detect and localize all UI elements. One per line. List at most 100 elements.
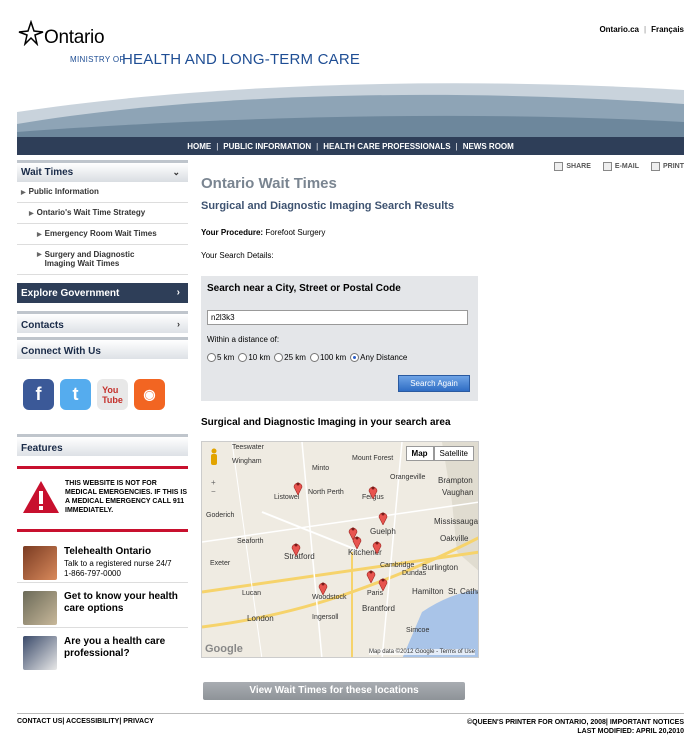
email-link[interactable]: E-MAIL <box>602 162 639 171</box>
contact-us-link[interactable]: CONTACT US <box>17 718 62 725</box>
privacy-link[interactable]: PRIVACY <box>123 718 154 725</box>
ministry-of-label: MINISTRY OF <box>70 55 125 64</box>
search-box: Search near a City, Street or Postal Cod… <box>201 276 478 401</box>
view-wait-times-button[interactable]: View Wait Times for these locations <box>203 682 465 700</box>
features-label: Features <box>21 443 63 454</box>
twitter-icon[interactable]: t <box>60 379 91 410</box>
radio-button[interactable] <box>350 353 360 362</box>
rss-icon[interactable]: ◉ <box>134 379 165 410</box>
radio-any-distance[interactable]: Any Distance <box>350 353 407 362</box>
map-city: Ingersoll <box>312 614 339 621</box>
map-city: Oakville <box>440 534 469 543</box>
map-city: Brampton <box>438 476 473 485</box>
print-label: PRINT <box>663 163 684 170</box>
share-link[interactable]: SHARE <box>554 162 591 171</box>
sidebar-item-emergency-room[interactable]: ▶ Emergency Room Wait Times <box>17 224 188 245</box>
email-label: E-MAIL <box>614 163 639 170</box>
map-city: Simcoe <box>406 627 430 634</box>
map-title: Surgical and Diagnostic Imaging in your … <box>201 417 451 428</box>
radio-10km[interactable]: 10 km <box>238 353 270 362</box>
feature-telehealth[interactable]: Telehealth Ontario Talk to a registered … <box>17 538 188 583</box>
map-marker-icon[interactable] <box>372 538 382 554</box>
search-again-button[interactable]: Search Again <box>398 375 470 392</box>
map-roads <box>202 442 478 657</box>
francais-link[interactable]: Français <box>651 25 684 34</box>
map-marker-icon[interactable] <box>368 483 378 499</box>
trillium-logo-icon <box>18 20 44 46</box>
warning-icon <box>23 481 59 513</box>
radio-5km[interactable]: 5 km <box>207 353 234 362</box>
map-city: Dundas <box>402 570 427 577</box>
map-marker-icon[interactable] <box>378 509 388 525</box>
map-marker-icon[interactable] <box>366 567 376 583</box>
radio-label: 10 km <box>248 353 271 362</box>
sidebar-wait-times-label: Wait Times <box>21 167 74 178</box>
sidebar-item-surgery-diagnostic[interactable]: ▶ Surgery and Diagnostic Imaging Wait Tim… <box>17 245 188 275</box>
sidebar-wait-times[interactable]: Wait Times ⌄ <box>17 160 188 182</box>
footer-links: CONTACT US| ACCESSIBILITY| PRIVACY <box>17 718 154 725</box>
radio-button[interactable] <box>207 353 216 362</box>
triangle-icon: ▶ <box>21 190 26 196</box>
page-title: Ontario Wait Times <box>201 175 337 192</box>
street-view-pegman-icon[interactable] <box>209 448 219 466</box>
zoom-out-icon[interactable]: − <box>211 487 216 496</box>
telehealth-photo <box>23 546 57 580</box>
print-link[interactable]: PRINT <box>651 162 684 171</box>
radio-button[interactable] <box>238 353 248 362</box>
zoom-in-icon[interactable]: + <box>211 478 216 487</box>
map-city: Burlington <box>422 563 459 572</box>
distance-label: Within a distance of: <box>207 335 280 344</box>
facebook-icon[interactable]: f <box>23 379 54 410</box>
accessibility-link[interactable]: ACCESSIBILITY <box>66 718 119 725</box>
map-city: Brantford <box>362 604 395 613</box>
explore-label: Explore Government <box>21 288 120 299</box>
map-city: Hamilton <box>412 587 444 596</box>
map-city: St. Catharines <box>448 587 478 596</box>
map-type-satellite[interactable]: Satellite <box>433 446 474 461</box>
ontario-ca-link[interactable]: Ontario.ca <box>599 25 639 34</box>
map-city: Woodstock <box>312 594 347 601</box>
email-icon <box>602 162 612 171</box>
map-marker-icon[interactable] <box>293 479 303 495</box>
location-input[interactable] <box>207 310 468 325</box>
map-city: London <box>247 614 274 623</box>
sidebar-contacts[interactable]: Contacts › <box>17 311 188 333</box>
map-marker-icon[interactable] <box>318 579 328 595</box>
radio-label: 100 km <box>319 353 347 362</box>
nav-news-room[interactable]: NEWS ROOM <box>458 142 519 151</box>
results-map[interactable]: Teeswater Wingham Mount Forest Minto Ora… <box>201 441 479 658</box>
radio-25km[interactable]: 25 km <box>274 353 306 362</box>
nav-health-care-professionals[interactable]: HEALTH CARE PROFESSIONALS <box>318 142 455 151</box>
radio-label: Any Distance <box>360 353 408 362</box>
top-links: Ontario.ca | Français <box>599 25 684 34</box>
map-marker-icon[interactable] <box>378 575 388 591</box>
nav-public-information[interactable]: PUBLIC INFORMATION <box>218 142 316 151</box>
feature-health-care-options[interactable]: Get to know your health care options <box>17 583 188 628</box>
feature-health-professional[interactable]: Are you a health care professional? <box>17 628 188 673</box>
search-title: Search near a City, Street or Postal Cod… <box>207 283 401 294</box>
header-banner <box>17 82 684 138</box>
map-city: Goderich <box>206 512 235 519</box>
map-city: Orangeville <box>390 474 426 481</box>
nav-home[interactable]: HOME <box>182 142 216 151</box>
professional-photo <box>23 636 57 670</box>
sidebar-item-public-information[interactable]: ▶ Public Information <box>17 182 188 203</box>
sidebar-item-wait-time-strategy[interactable]: ▶ Ontario's Wait Time Strategy <box>17 203 188 224</box>
social-icons: f t You Tube ◉ <box>23 379 188 410</box>
youtube-icon[interactable]: You Tube <box>97 379 128 410</box>
sidebar-explore-government[interactable]: Explore Government › <box>17 283 188 303</box>
map-marker-icon[interactable] <box>291 540 301 556</box>
map-marker-icon[interactable] <box>352 533 362 549</box>
map-city: Seaforth <box>237 538 264 545</box>
radio-button[interactable] <box>309 353 319 362</box>
ontario-logo[interactable]: Ontario <box>44 27 105 49</box>
contacts-label: Contacts <box>21 320 64 331</box>
sidebar-item-label: Ontario's Wait Time Strategy <box>36 208 146 217</box>
radio-button[interactable] <box>274 353 284 362</box>
chevron-down-icon: ⌄ <box>172 167 180 177</box>
sidebar-item-label: Public Information <box>28 187 99 196</box>
sidebar-features: Features <box>17 434 188 456</box>
radio-100km[interactable]: 100 km <box>309 353 347 362</box>
map-type-map[interactable]: Map <box>405 446 434 461</box>
triangle-icon: ▶ <box>37 252 42 258</box>
